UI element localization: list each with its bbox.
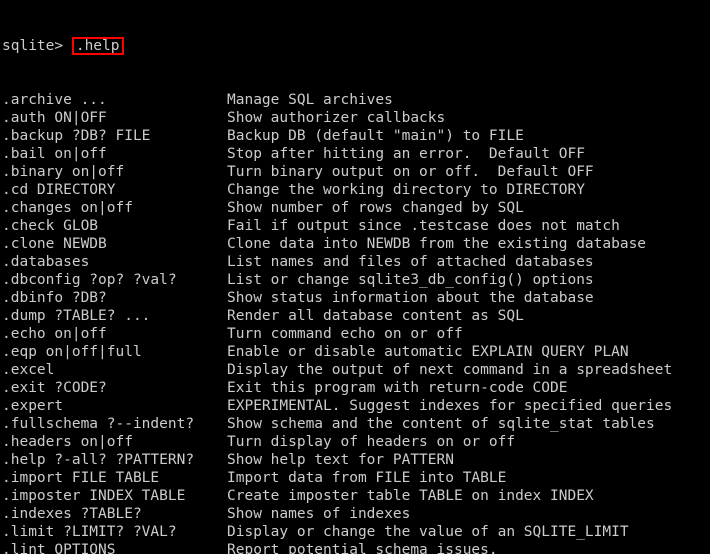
help-row: .echo on|offTurn command echo on or off — [2, 325, 710, 343]
help-row: .clone NEWDBClone data into NEWDB from t… — [2, 235, 710, 253]
help-command: .eqp on|off|full — [2, 343, 227, 361]
help-description: Enable or disable automatic EXPLAIN QUER… — [227, 344, 629, 360]
help-row: .indexes ?TABLE?Show names of indexes — [2, 505, 710, 523]
help-description: Exit this program with return-code CODE — [227, 380, 567, 396]
help-command: .exit ?CODE? — [2, 379, 227, 397]
help-row: .help ?-all? ?PATTERN?Show help text for… — [2, 451, 710, 469]
help-description: Clone data into NEWDB from the existing … — [227, 236, 646, 252]
help-command: .help ?-all? ?PATTERN? — [2, 451, 227, 469]
help-command: .backup ?DB? FILE — [2, 127, 227, 145]
help-description: Display or change the value of an SQLITE… — [227, 524, 629, 540]
help-row: .dbinfo ?DB?Show status information abou… — [2, 289, 710, 307]
help-description: Stop after hitting an error. Default OFF — [227, 146, 585, 162]
prompt-line: sqlite> .help — [2, 37, 710, 55]
help-description: Report potential schema issues. — [227, 542, 498, 554]
help-command: .changes on|off — [2, 199, 227, 217]
help-row: .expertEXPERIMENTAL. Suggest indexes for… — [2, 397, 710, 415]
help-description: Show help text for PATTERN — [227, 452, 454, 468]
help-command: .databases — [2, 253, 227, 271]
help-output: .archive ...Manage SQL archives.auth ON|… — [2, 91, 710, 554]
help-row: .import FILE TABLEImport data from FILE … — [2, 469, 710, 487]
help-command: .auth ON|OFF — [2, 109, 227, 127]
help-row: .bail on|offStop after hitting an error.… — [2, 145, 710, 163]
help-row: .limit ?LIMIT? ?VAL?Display or change th… — [2, 523, 710, 541]
help-command: .imposter INDEX TABLE — [2, 487, 227, 505]
help-row: .imposter INDEX TABLECreate imposter tab… — [2, 487, 710, 505]
help-row: .binary on|offTurn binary output on or o… — [2, 163, 710, 181]
help-description: List names and files of attached databas… — [227, 254, 594, 270]
help-row: .archive ...Manage SQL archives — [2, 91, 710, 109]
help-row: .lint OPTIONSReport potential schema iss… — [2, 541, 710, 554]
help-row: .excelDisplay the output of next command… — [2, 361, 710, 379]
help-row: .backup ?DB? FILEBackup DB (default "mai… — [2, 127, 710, 145]
sqlite-prompt: sqlite> — [2, 37, 72, 55]
help-row: .dbconfig ?op? ?val?List or change sqlit… — [2, 271, 710, 289]
help-row: .headers on|offTurn display of headers o… — [2, 433, 710, 451]
help-command: .dbinfo ?DB? — [2, 289, 227, 307]
help-description: Show names of indexes — [227, 506, 410, 522]
help-command: .cd DIRECTORY — [2, 181, 227, 199]
help-command: .excel — [2, 361, 227, 379]
help-command: .fullschema ?--indent? — [2, 415, 227, 433]
help-row: .eqp on|off|fullEnable or disable automa… — [2, 343, 710, 361]
help-command: .headers on|off — [2, 433, 227, 451]
help-description: Turn binary output on or off. Default OF… — [227, 164, 594, 180]
help-description: Show schema and the content of sqlite_st… — [227, 416, 655, 432]
help-description: Turn command echo on or off — [227, 326, 463, 342]
help-description: Show number of rows changed by SQL — [227, 200, 524, 216]
help-row: .databasesList names and files of attach… — [2, 253, 710, 271]
help-description: Fail if output since .testcase does not … — [227, 218, 620, 234]
help-description: Show authorizer callbacks — [227, 110, 445, 126]
help-description: EXPERIMENTAL. Suggest indexes for specif… — [227, 398, 672, 414]
help-description: Render all database content as SQL — [227, 308, 524, 324]
help-description: Create imposter table TABLE on index IND… — [227, 488, 594, 504]
help-command: .lint OPTIONS — [2, 541, 227, 554]
help-row: .changes on|offShow number of rows chang… — [2, 199, 710, 217]
help-description: List or change sqlite3_db_config() optio… — [227, 272, 594, 288]
help-command: .clone NEWDB — [2, 235, 227, 253]
terminal-output[interactable]: sqlite> .help .archive ...Manage SQL arc… — [0, 0, 710, 554]
help-description: Turn display of headers on or off — [227, 434, 515, 450]
help-row: .auth ON|OFFShow authorizer callbacks — [2, 109, 710, 127]
help-command: .archive ... — [2, 91, 227, 109]
help-command: .import FILE TABLE — [2, 469, 227, 487]
help-description: Display the output of next command in a … — [227, 362, 672, 378]
help-command: .limit ?LIMIT? ?VAL? — [2, 523, 227, 541]
help-command: .bail on|off — [2, 145, 227, 163]
help-description: Change the working directory to DIRECTOR… — [227, 182, 585, 198]
help-command: .expert — [2, 397, 227, 415]
help-description: Backup DB (default "main") to FILE — [227, 128, 524, 144]
help-row: .dump ?TABLE? ...Render all database con… — [2, 307, 710, 325]
help-description: Manage SQL archives — [227, 92, 393, 108]
help-row: .cd DIRECTORYChange the working director… — [2, 181, 710, 199]
help-description: Import data from FILE into TABLE — [227, 470, 506, 486]
help-command: .dump ?TABLE? ... — [2, 307, 227, 325]
help-command: .binary on|off — [2, 163, 227, 181]
help-command: .indexes ?TABLE? — [2, 505, 227, 523]
help-row: .exit ?CODE?Exit this program with retur… — [2, 379, 710, 397]
help-command: .dbconfig ?op? ?val? — [2, 271, 227, 289]
help-description: Show status information about the databa… — [227, 290, 594, 306]
help-command: .echo on|off — [2, 325, 227, 343]
help-row: .check GLOBFail if output since .testcas… — [2, 217, 710, 235]
help-row: .fullschema ?--indent?Show schema and th… — [2, 415, 710, 433]
typed-command-highlight: .help — [72, 37, 124, 55]
help-command: .check GLOB — [2, 217, 227, 235]
